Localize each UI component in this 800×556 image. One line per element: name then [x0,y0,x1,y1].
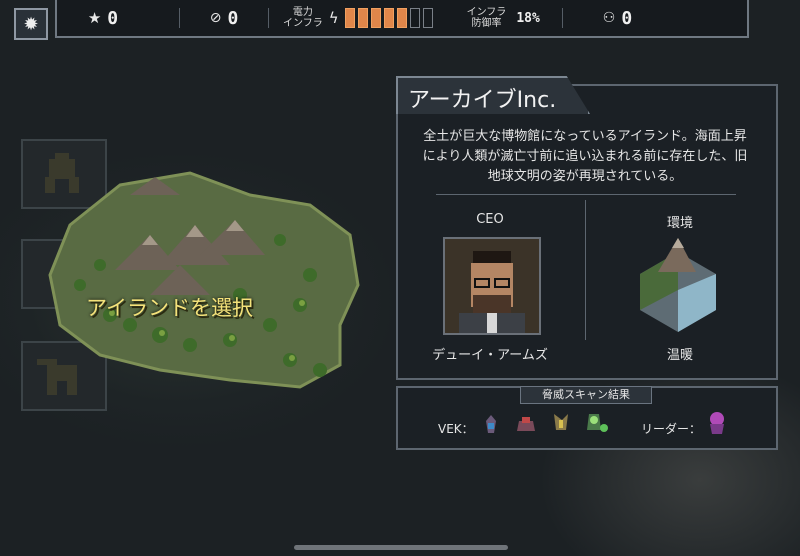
power-segment [383,8,394,28]
vek-scorpion-icon[interactable] [480,413,502,439]
power-segment [396,8,407,28]
power-segment [370,8,381,28]
ceo-portrait [443,237,541,335]
grid-defense: インフラ 防御率 18% [453,7,554,29]
home-indicator[interactable] [294,545,508,550]
environment-label: 環境 [666,216,693,231]
top-status-bar: ★ 0 ⊘ 0 電力 インフラ ϟ インフラ 防御率 18% ⚇ 0 [55,0,749,38]
defense-value: 18% [516,10,540,26]
vek-crab-icon[interactable] [515,413,537,439]
power-segment [357,8,368,28]
defense-label-2: 防御率 [471,18,502,29]
power-grid: 電力 インフラ ϟ [269,7,447,29]
power-label-1: 電力 [292,7,313,18]
lightning-icon: ϟ [328,9,339,27]
star-count: 0 [107,7,119,29]
power-label-2: インフラ [283,18,323,29]
power-segment [409,8,420,28]
island-map[interactable] [40,165,370,395]
reputation-icon: ⊘ [209,10,222,26]
reputation-counter: ⊘ 0 [180,8,268,29]
star-icon: ★ [87,9,102,27]
gear-icon: ✹ [23,13,39,35]
pilot-icon: ⚇ [602,10,616,26]
temperate-environment-icon [640,238,716,332]
ceo-name: デューイ・アームズ [432,348,548,363]
corp-title: アーカイブInc. [408,88,557,113]
power-grid-bar [344,8,433,28]
vek-leader-icon[interactable] [706,410,728,436]
ceo-label: CEO [476,212,504,227]
pilot-count: 0 [621,7,633,29]
corp-description: 全土が巨大な博物館になっているアイランド。海面上昇により人類が滅亡寸前に追い込ま… [422,129,748,184]
environment-name: 温暖 [666,348,693,363]
vek-firefly-icon[interactable] [583,410,609,436]
leader-label: リーダー： [641,422,702,436]
threat-scan-header: 脅威スキャン結果 [520,386,652,404]
vek-label: VEK： [438,422,474,436]
pilot-counter: ⚇ 0 [589,8,646,29]
panel-vertical-divider [585,200,586,340]
vek-hornet-icon[interactable] [550,410,572,436]
settings-gear-button[interactable]: ✹ [14,8,48,40]
ceo-face-icon [445,239,539,333]
reputation-count: 0 [227,7,239,29]
star-counter: ★ 0 [57,8,149,29]
panel-divider [436,194,736,195]
defense-label-1: インフラ [466,7,507,18]
island-select-label[interactable]: アイランドを選択 [86,292,253,322]
power-segment [344,8,355,28]
power-segment [422,8,433,28]
